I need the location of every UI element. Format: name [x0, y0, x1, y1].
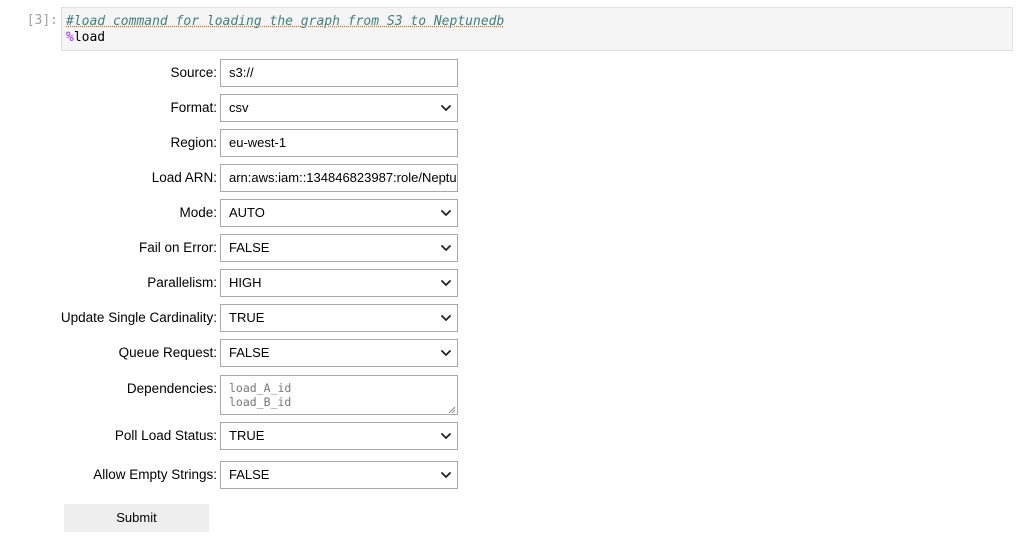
chevron-down-icon: [441, 105, 451, 111]
magic-prefix: %: [66, 30, 74, 45]
queue-request-select[interactable]: FALSE: [220, 339, 458, 367]
fail-on-error-row: Fail on Error: FALSE: [0, 234, 470, 262]
dependencies-textarea[interactable]: load_A_id load_B_id: [220, 375, 458, 415]
chevron-down-icon: [441, 472, 451, 478]
dependencies-row: Dependencies: load_A_id load_B_id: [0, 375, 470, 415]
fail-on-error-label: Fail on Error:: [138, 240, 217, 255]
allow-empty-strings-select[interactable]: FALSE: [220, 461, 458, 489]
allow-empty-strings-value: FALSE: [229, 467, 270, 482]
region-input[interactable]: eu-west-1: [220, 129, 458, 157]
format-label: Format:: [170, 100, 217, 115]
poll-load-status-label: Poll Load Status:: [114, 428, 217, 443]
queue-request-row: Queue Request: FALSE: [0, 339, 470, 367]
queue-request-value: FALSE: [229, 345, 270, 360]
fail-on-error-select[interactable]: FALSE: [220, 234, 458, 262]
source-row: Source: s3://: [0, 59, 470, 87]
chevron-down-icon: [441, 433, 451, 439]
allow-empty-strings-row: Allow Empty Strings: FALSE: [0, 461, 470, 489]
magic-command: load: [73, 30, 106, 45]
load-arn-label: Load ARN:: [151, 170, 217, 185]
format-select[interactable]: csv: [220, 94, 458, 122]
region-label: Region:: [170, 135, 217, 150]
parallelism-value: HIGH: [229, 275, 262, 290]
chevron-down-icon: [441, 245, 451, 251]
parallelism-select[interactable]: HIGH: [220, 269, 458, 297]
load-arn-input[interactable]: arn:aws:iam::134846823987:role/Neptu: [220, 164, 458, 192]
update-single-cardinality-select[interactable]: TRUE: [220, 304, 458, 332]
load-arn-row: Load ARN: arn:aws:iam::134846823987:role…: [0, 164, 470, 192]
format-row: Format: csv: [0, 94, 470, 122]
mode-row: Mode: AUTO: [0, 199, 470, 227]
format-value: csv: [229, 100, 249, 115]
dependencies-label: Dependencies:: [126, 381, 217, 396]
mode-select[interactable]: AUTO: [220, 199, 458, 227]
code-cell[interactable]: #load command for loading the graph from…: [61, 7, 1013, 51]
poll-load-status-row: Poll Load Status: TRUE: [0, 422, 470, 450]
mode-label: Mode:: [179, 205, 217, 220]
fail-on-error-value: FALSE: [229, 240, 270, 255]
queue-request-label: Queue Request:: [118, 345, 217, 360]
chevron-down-icon: [441, 350, 451, 356]
update-single-cardinality-value: TRUE: [229, 310, 265, 325]
source-label: Source:: [170, 65, 217, 80]
submit-button[interactable]: Submit: [64, 504, 209, 532]
chevron-down-icon: [441, 315, 451, 321]
update-single-cardinality-label: Update Single Cardinality:: [60, 310, 217, 325]
parallelism-label: Parallelism:: [147, 275, 217, 290]
poll-load-status-value: TRUE: [229, 428, 265, 443]
code-comment: #load command for loading the graph from…: [66, 14, 505, 29]
chevron-down-icon: [441, 210, 451, 216]
cell-prompt: [3]:: [26, 13, 58, 28]
region-row: Region: eu-west-1: [0, 129, 470, 157]
chevron-down-icon: [441, 280, 451, 286]
parallelism-row: Parallelism: HIGH: [0, 269, 470, 297]
update-single-cardinality-row: Update Single Cardinality: TRUE: [0, 304, 470, 332]
allow-empty-strings-label: Allow Empty Strings:: [93, 467, 217, 482]
mode-value: AUTO: [229, 205, 265, 220]
source-input[interactable]: s3://: [220, 59, 458, 87]
poll-load-status-select[interactable]: TRUE: [220, 422, 458, 450]
resize-grip-icon[interactable]: [448, 406, 456, 414]
